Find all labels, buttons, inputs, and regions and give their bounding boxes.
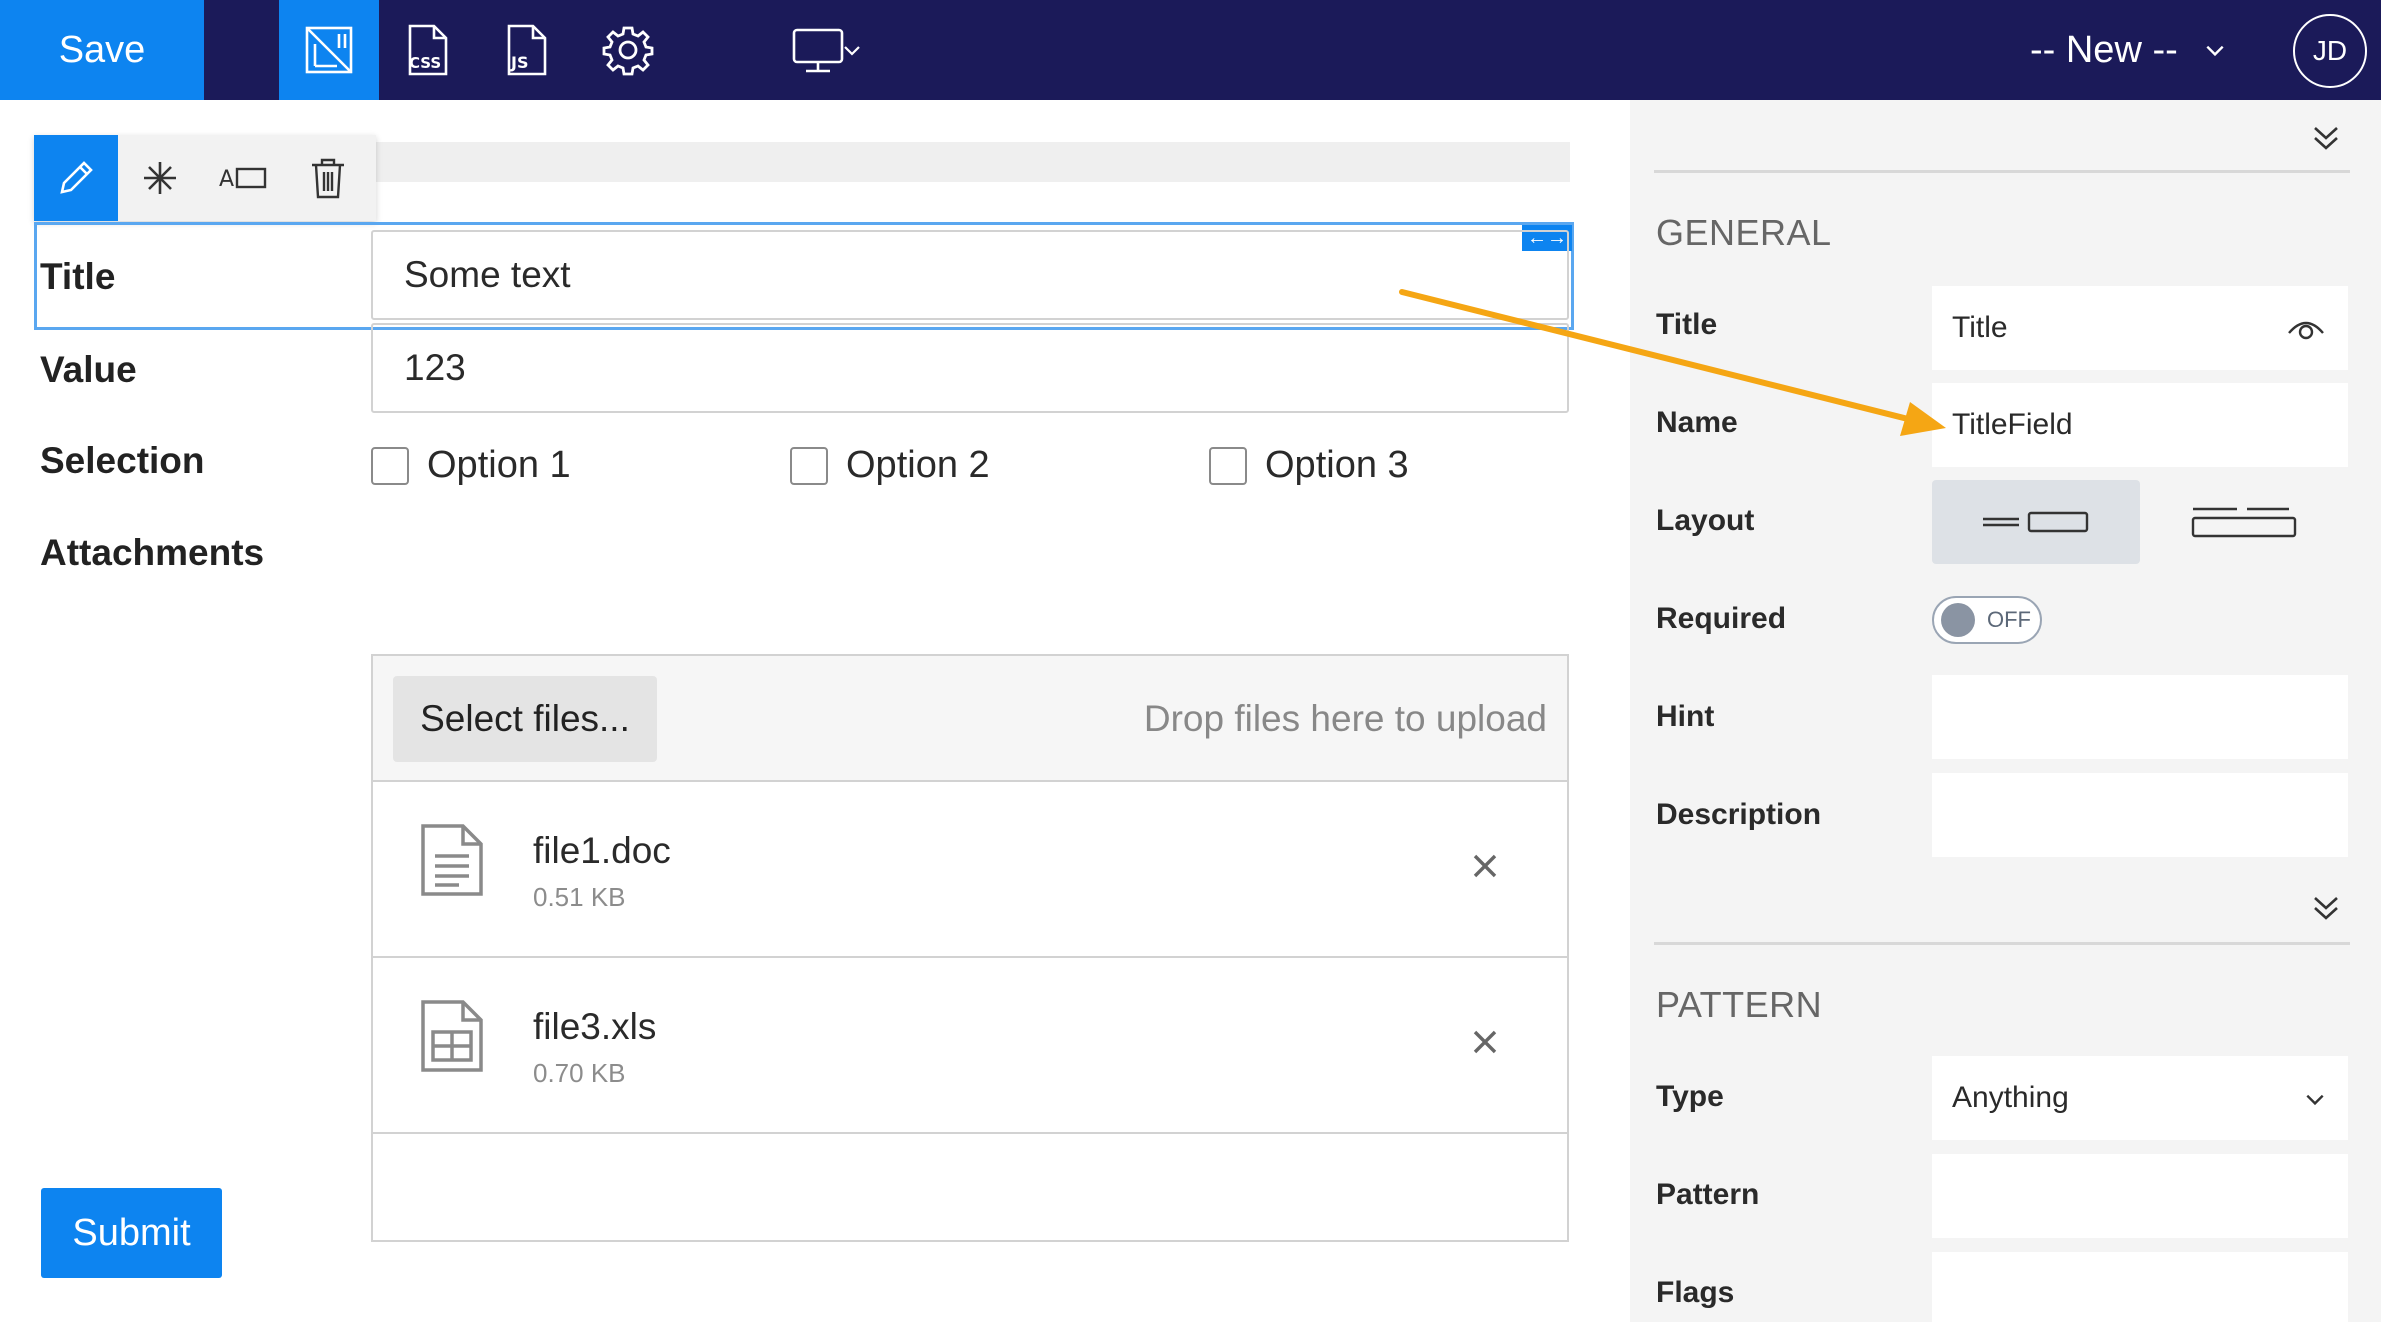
checkbox-box[interactable] [1209,446,1247,485]
select-files-button[interactable]: Select files... [393,676,657,762]
document-icon [419,822,485,903]
value-label: Value [40,349,137,390]
type-select-value: Anything [1952,1081,2069,1114]
general-section-title: GENERAL [1656,212,1832,253]
file-size: 0.51 KB [533,882,626,912]
selection-label: Selection [40,440,205,481]
css-icon[interactable]: CSS [378,0,478,100]
remove-file-close-icon[interactable] [1465,846,1505,886]
settings-icon[interactable] [578,0,678,100]
new-dropdown-label: -- New -- [2030,28,2178,71]
prop-type-label: Type [1656,1080,1724,1113]
upload-dropzone[interactable]: Select files... Drop files here to uploa… [373,656,1567,782]
toggle-state: OFF [1987,607,2031,632]
divider [1654,942,2350,945]
chevron-down-icon [2206,45,2224,57]
type-select[interactable]: Anything [1932,1056,2348,1140]
edit-pencil-icon[interactable] [34,135,118,221]
field-toolbar: A [34,135,376,221]
drop-hint: Drop files here to upload [1143,698,1547,739]
checkbox-box[interactable] [371,446,409,485]
prop-pattern-input[interactable] [1932,1154,2348,1238]
divider [1654,170,2350,173]
option-2-checkbox[interactable]: Option 2 [790,444,990,487]
collapse-chevron-icon[interactable] [2308,120,2344,156]
title-label: Title [40,256,116,297]
file-name: file3.xls [533,1006,657,1047]
option-label: Option 1 [427,444,571,486]
file-upload: Select files... Drop files here to uploa… [371,654,1569,1242]
checkbox-box[interactable] [790,446,828,485]
label-layout-icon[interactable]: A [202,135,286,221]
top-toolbar: Save CSS JS -- New -- JD [0,0,2381,100]
prop-name-label: Name [1656,406,1738,439]
section-strip [370,142,1570,182]
prop-title-value: Title [1952,311,2008,344]
eye-icon[interactable] [2286,313,2326,343]
toggle-knob [1941,603,1975,637]
prop-description-input[interactable] [1932,773,2348,857]
chevron-down-icon[interactable] [832,0,872,100]
submit-button[interactable]: Submit [41,1188,222,1278]
svg-text:JS: JS [510,53,528,72]
file-list-item: file1.doc 0.51 KB [373,782,1567,958]
layout-stacked-option-icon[interactable] [2140,480,2348,564]
prop-flags-input[interactable] [1932,1252,2348,1322]
file-size: 0.70 KB [533,1058,626,1088]
spreadsheet-icon [419,998,485,1079]
option-1-checkbox[interactable]: Option 1 [371,444,571,487]
required-asterisk-icon[interactable] [118,135,202,221]
form-designer-icon[interactable] [279,0,379,100]
form-canvas: A ←→ Title Some text Value 123 Selection… [0,100,1630,1322]
prop-hint-input[interactable] [1932,675,2348,759]
avatar[interactable]: JD [2293,14,2367,88]
option-3-checkbox[interactable]: Option 3 [1209,444,1409,487]
js-icon[interactable]: JS [477,0,577,100]
option-label: Option 3 [1265,444,1409,486]
attachments-label: Attachments [40,532,265,573]
prop-description-label: Description [1656,798,1822,831]
save-button[interactable]: Save [0,0,204,100]
prop-hint-label: Hint [1656,700,1715,733]
option-label: Option 2 [846,444,990,486]
title-input[interactable]: Some text [371,230,1569,320]
prop-pattern-label: Pattern [1656,1178,1760,1211]
collapse-chevron-icon[interactable] [2308,890,2344,926]
required-toggle[interactable]: OFF [1932,596,2042,644]
svg-text:CSS: CSS [409,54,441,72]
prop-layout-label: Layout [1656,504,1755,537]
prop-name-input[interactable]: TitleField [1932,383,2348,467]
properties-panel: GENERAL Title Title Name TitleField Layo… [1630,100,2381,1322]
prop-title-label: Title [1656,308,1718,341]
new-dropdown[interactable]: -- New -- [2030,24,2226,76]
remove-file-close-icon[interactable] [1465,1022,1505,1062]
file-name: file1.doc [533,830,671,871]
delete-trash-icon[interactable] [286,135,370,221]
prop-flags-label: Flags [1656,1276,1735,1309]
pattern-section-title: PATTERN [1656,984,1823,1025]
svg-text:A: A [219,167,234,192]
prop-title-input[interactable]: Title [1932,286,2348,370]
value-input[interactable]: 123 [371,323,1569,413]
file-list-item: file3.xls 0.70 KB [373,958,1567,1134]
prop-required-label: Required [1656,602,1787,635]
chevron-down-icon [2306,1094,2324,1106]
layout-inline-option-icon[interactable] [1932,480,2140,564]
